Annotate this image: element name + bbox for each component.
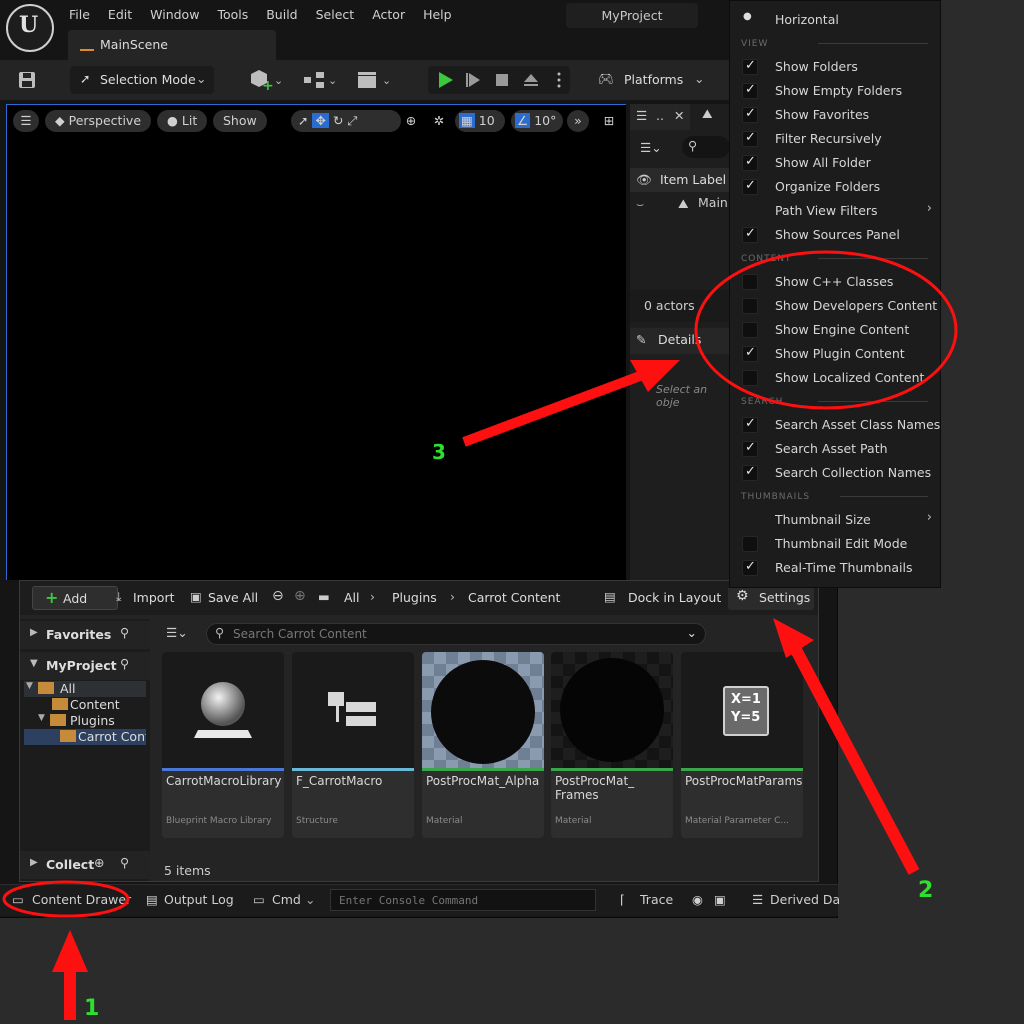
annotation-ellipse bbox=[694, 250, 958, 410]
annotation-number-3: 3 bbox=[432, 440, 446, 464]
annotation-number-1: 1 bbox=[84, 996, 100, 1021]
annotation-arrow bbox=[462, 360, 680, 447]
annotation-arrow bbox=[773, 618, 920, 875]
annotation-ellipse bbox=[2, 880, 130, 918]
annotation-overlay bbox=[2, 250, 958, 1020]
annotation-arrow bbox=[52, 930, 88, 1020]
annotation-number-2: 2 bbox=[918, 878, 934, 903]
